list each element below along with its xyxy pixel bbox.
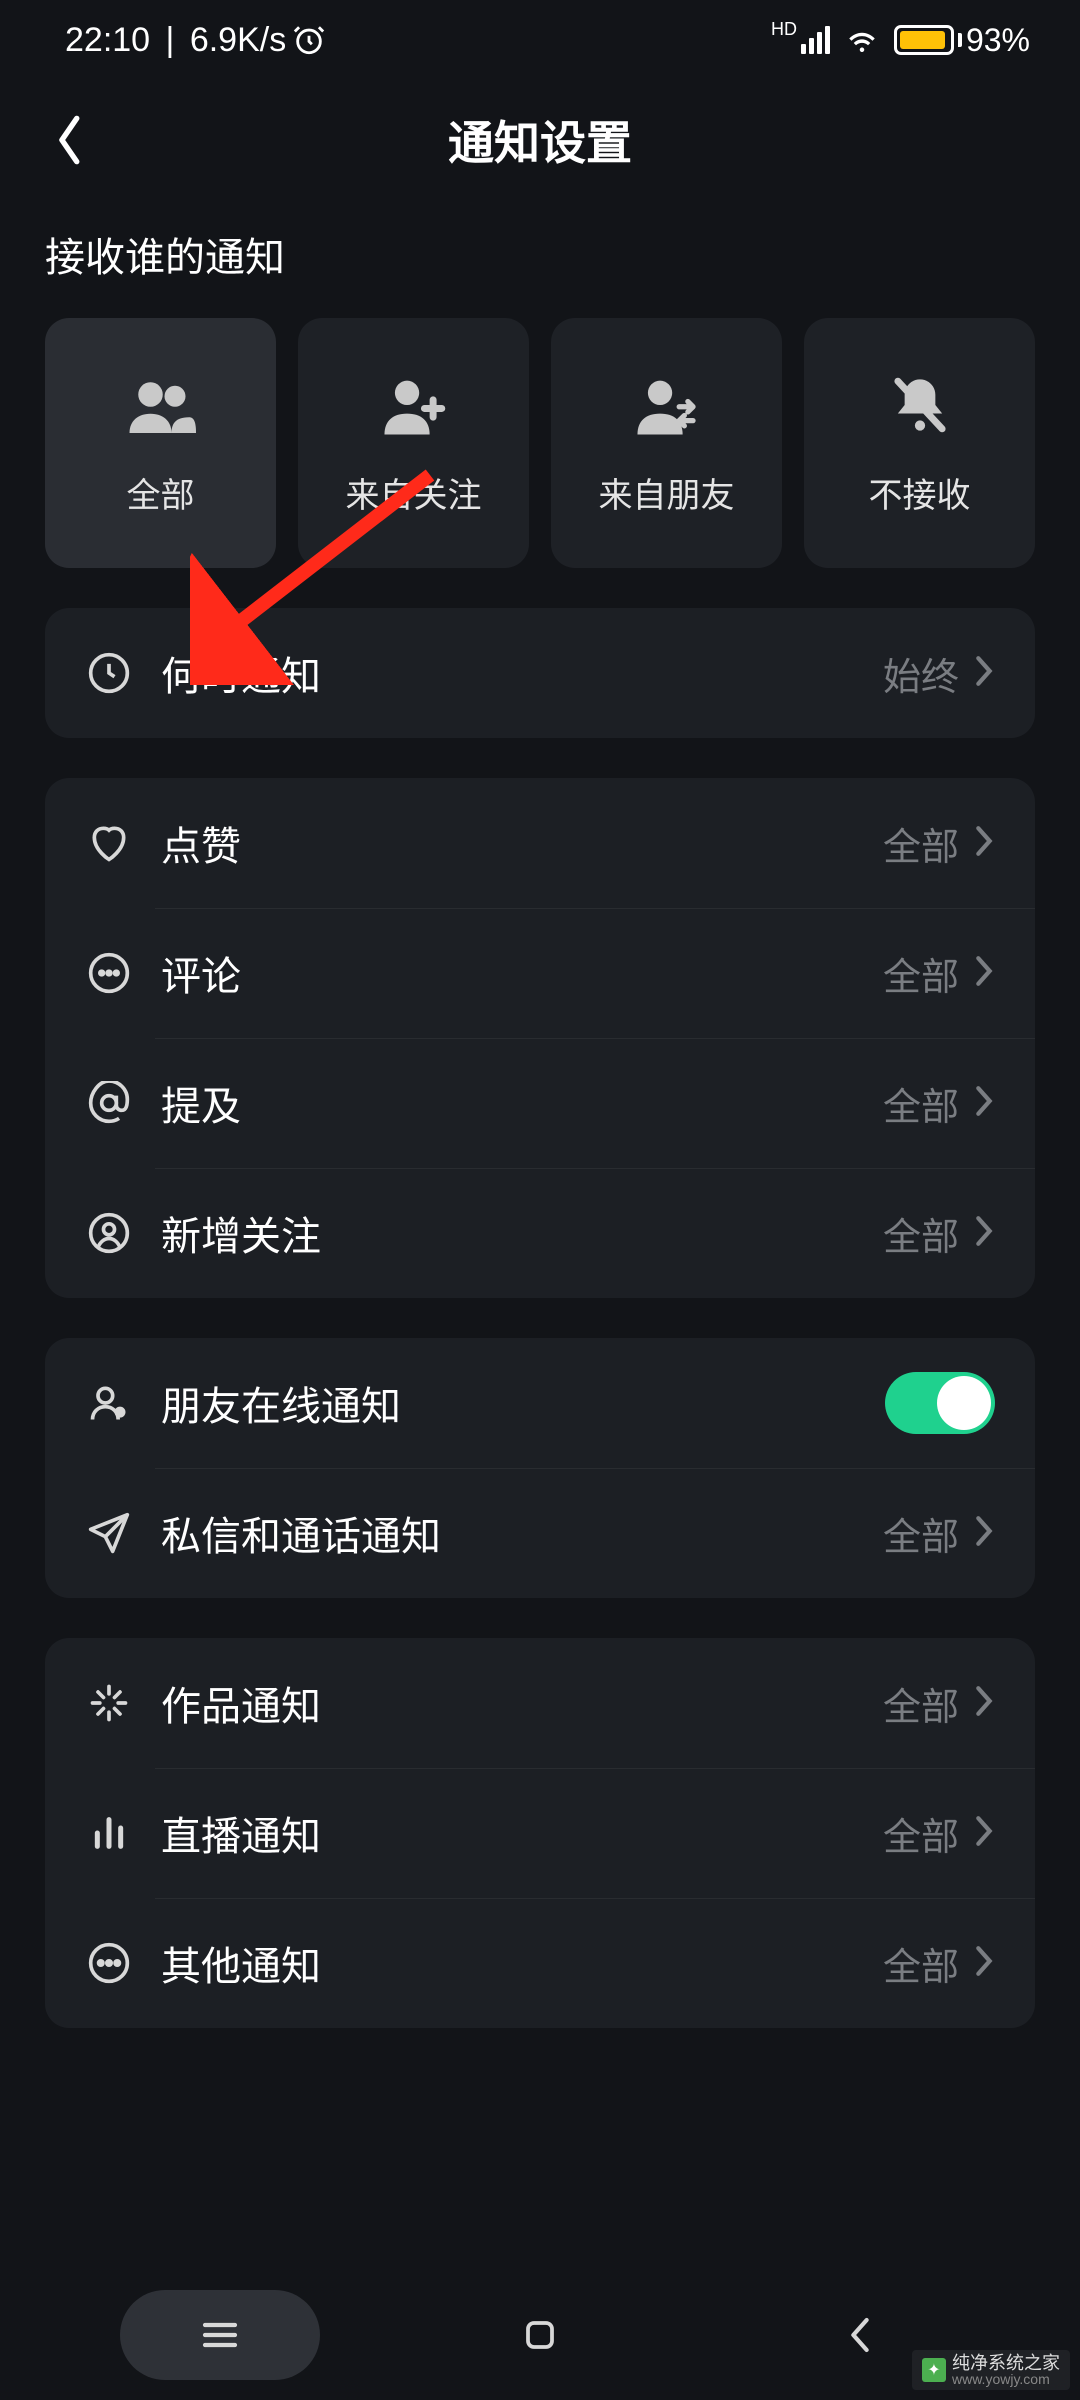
row-new-follower[interactable]: 新增关注 全部	[45, 1168, 1035, 1298]
choice-label: 来自关注	[346, 468, 482, 517]
heart-icon	[85, 819, 133, 867]
person-status-icon	[85, 1379, 133, 1427]
choice-none[interactable]: 不接收	[804, 318, 1035, 568]
row-value: 全部	[883, 1806, 959, 1861]
row-label: 何时通知	[161, 644, 883, 702]
row-mention[interactable]: 提及 全部	[45, 1038, 1035, 1168]
row-live[interactable]: 直播通知 全部	[45, 1768, 1035, 1898]
bell-off-icon	[891, 370, 949, 440]
row-value: 始终	[883, 646, 959, 701]
watermark-logo-icon: ✦	[922, 2358, 946, 2382]
chevron-right-icon	[973, 1214, 995, 1253]
dots-icon	[85, 1939, 133, 1987]
row-works[interactable]: 作品通知 全部	[45, 1638, 1035, 1768]
status-right: HD 93%	[771, 22, 1030, 59]
header: 通知设置	[0, 80, 1080, 200]
user-circle-icon	[85, 1209, 133, 1257]
row-like[interactable]: 点赞 全部	[45, 778, 1035, 908]
sparkle-icon	[85, 1679, 133, 1727]
chevron-right-icon	[973, 1944, 995, 1983]
status-bar: 22:10 | 6.9K/s HD 93%	[0, 0, 1080, 80]
choice-following[interactable]: 来自关注	[298, 318, 529, 568]
choice-label: 全部	[127, 468, 195, 517]
row-value: 全部	[883, 946, 959, 1001]
chevron-right-icon	[973, 1684, 995, 1723]
row-friend-online[interactable]: 朋友在线通知	[45, 1338, 1035, 1468]
send-icon	[85, 1509, 133, 1557]
row-label: 作品通知	[161, 1674, 883, 1732]
row-label: 新增关注	[161, 1204, 883, 1262]
status-left: 22:10 | 6.9K/s	[65, 21, 326, 60]
row-value: 全部	[883, 1506, 959, 1561]
nav-menu-button[interactable]	[120, 2290, 320, 2380]
row-value: 全部	[883, 1206, 959, 1261]
row-dm-call[interactable]: 私信和通话通知 全部	[45, 1468, 1035, 1598]
row-value: 全部	[883, 816, 959, 871]
who-choice-row: 全部 来自关注 来自朋友 不接收	[0, 318, 1080, 568]
choice-label: 来自朋友	[599, 468, 735, 517]
watermark: ✦ 纯净系统之家 www.yowjy.com	[912, 2350, 1070, 2390]
group-interactions: 点赞 全部 评论 全部 提及 全部 新增关注 全部	[45, 778, 1035, 1298]
alarm-icon	[292, 23, 326, 57]
toggle-friend-online[interactable]	[885, 1372, 995, 1434]
chevron-right-icon	[973, 824, 995, 863]
row-value: 全部	[883, 1936, 959, 1991]
choice-all[interactable]: 全部	[45, 318, 276, 568]
bars-icon	[85, 1809, 133, 1857]
chevron-right-icon	[973, 954, 995, 993]
chevron-right-icon	[973, 1514, 995, 1553]
row-label: 直播通知	[161, 1804, 883, 1862]
battery-icon: 93%	[894, 22, 1030, 59]
at-icon	[85, 1079, 133, 1127]
group-content: 作品通知 全部 直播通知 全部 其他通知 全部	[45, 1638, 1035, 2028]
choice-label: 不接收	[869, 468, 971, 517]
person-swap-icon	[634, 370, 700, 440]
choice-friends[interactable]: 来自朋友	[551, 318, 782, 568]
nav-home-button[interactable]	[440, 2290, 640, 2380]
row-value: 全部	[883, 1676, 959, 1731]
row-label: 评论	[161, 944, 883, 1002]
status-time: 22:10	[65, 21, 150, 60]
watermark-name: 纯净系统之家	[952, 2354, 1060, 2372]
clock-icon	[85, 649, 133, 697]
group-social: 朋友在线通知 私信和通话通知 全部	[45, 1338, 1035, 1598]
people-icon	[126, 370, 196, 440]
group-when: 何时通知 始终	[45, 608, 1035, 738]
row-label: 私信和通话通知	[161, 1504, 883, 1562]
comment-icon	[85, 949, 133, 997]
row-other[interactable]: 其他通知 全部	[45, 1898, 1035, 2028]
person-add-icon	[381, 370, 447, 440]
wifi-icon	[844, 22, 880, 58]
row-label: 朋友在线通知	[161, 1374, 885, 1432]
page-title: 通知设置	[448, 107, 632, 173]
chevron-right-icon	[973, 654, 995, 693]
row-label: 提及	[161, 1074, 883, 1132]
status-speed: 6.9K/s	[190, 21, 286, 60]
back-button[interactable]	[40, 110, 100, 170]
chevron-right-icon	[973, 1084, 995, 1123]
section-who-label: 接收谁的通知	[0, 200, 1080, 318]
watermark-url: www.yowjy.com	[952, 2372, 1060, 2386]
row-when-notify[interactable]: 何时通知 始终	[45, 608, 1035, 738]
row-value: 全部	[883, 1076, 959, 1131]
row-label: 点赞	[161, 814, 883, 872]
row-comment[interactable]: 评论 全部	[45, 908, 1035, 1038]
row-label: 其他通知	[161, 1934, 883, 1992]
chevron-right-icon	[973, 1814, 995, 1853]
signal-icon: HD	[771, 26, 830, 54]
